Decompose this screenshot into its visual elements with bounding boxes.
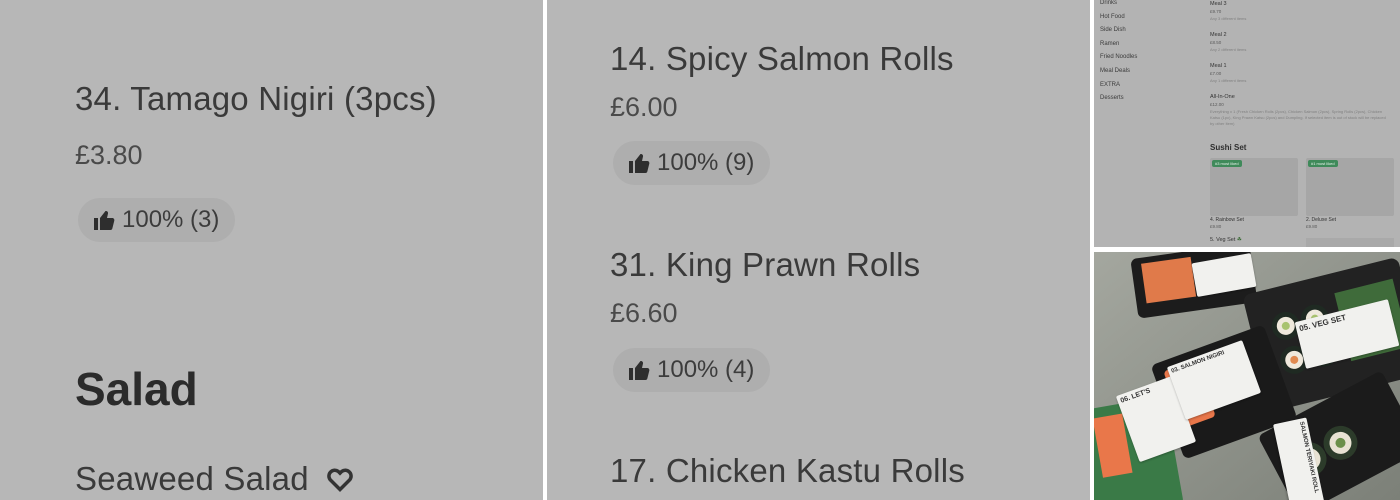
meal-price: £7.00 bbox=[1210, 71, 1222, 76]
meal-price: £12.00 bbox=[1210, 102, 1224, 107]
menu-item-price: £6.00 bbox=[610, 92, 678, 122]
product-image[interactable]: #1 most liked bbox=[1306, 158, 1394, 216]
rating-badge: 100% (4) bbox=[613, 348, 771, 392]
menu-panel-left: ~ ~ ~ ~ ~ 34. Tamago Nigiri (3pcs) £3.80… bbox=[0, 0, 543, 500]
meal-name: Meal 3 bbox=[1210, 1, 1227, 7]
thumbs-up-icon bbox=[92, 208, 116, 232]
meal-description: Any 2 different items bbox=[1210, 47, 1247, 52]
menu-item-price: £3.80 bbox=[75, 140, 143, 170]
meal-description: Everything x 1 (Fresh Chicken Rolls (2pc… bbox=[1210, 109, 1386, 126]
popularity-badge: #3 most liked bbox=[1212, 160, 1242, 167]
meal-item[interactable]: Meal 2 £8.50 Any 2 different items bbox=[1210, 32, 1390, 53]
rating-badge: 100% (9) bbox=[613, 141, 771, 185]
cropped-text-fragment: ~ ~ ~ ~ ~ bbox=[75, 0, 165, 11]
menu-item-price: £6.60 bbox=[610, 298, 678, 328]
sidebar-item-desserts[interactable]: Desserts bbox=[1100, 95, 1137, 109]
sidebar-item-drinks[interactable]: Drinks bbox=[1100, 0, 1137, 14]
card-name[interactable]: 4. Rainbow Set bbox=[1210, 217, 1244, 223]
section-title-sushi-set: Sushi Set bbox=[1210, 143, 1247, 152]
meal-name: All-In-One bbox=[1210, 94, 1235, 100]
category-sidebar: Drinks Hot Food Side Dish Ramen Fried No… bbox=[1100, 0, 1137, 109]
meal-description: Any 1 different items bbox=[1210, 78, 1247, 83]
leaf-icon: ☘ bbox=[1236, 237, 1242, 243]
card-label: 5. Veg Set bbox=[1210, 237, 1236, 243]
sidebar-item-hot-food[interactable]: Hot Food bbox=[1100, 14, 1137, 28]
popularity-badge: #1 most liked bbox=[1308, 160, 1338, 167]
meal-item[interactable]: Meal 3 £9.70 Any 3 different items bbox=[1210, 1, 1390, 22]
section-title-salad: Salad bbox=[75, 363, 198, 415]
rating-text: 100% (3) bbox=[122, 206, 220, 233]
rating-badge: 100% (3) bbox=[78, 198, 236, 242]
menu-item-label: Seaweed Salad bbox=[75, 460, 309, 497]
menu-panel-middle: 14. Spicy Salmon Rolls £6.00 100% (9) 31… bbox=[547, 0, 1090, 500]
card-name[interactable]: 5. Veg Set ☘ bbox=[1210, 237, 1242, 243]
rating-text: 100% (4) bbox=[657, 356, 755, 383]
menu-overview-screenshot: Drinks Hot Food Side Dish Ramen Fried No… bbox=[1094, 0, 1400, 247]
card-price: £9.80 bbox=[1306, 224, 1318, 229]
product-image[interactable] bbox=[1306, 238, 1394, 247]
meal-item[interactable]: All-In-One £12.00 Everything x 1 (Fresh … bbox=[1210, 94, 1390, 127]
menu-item-name[interactable]: 14. Spicy Salmon Rolls bbox=[610, 40, 954, 78]
meal-price: £8.50 bbox=[1210, 40, 1222, 45]
thumbs-up-icon bbox=[627, 151, 651, 175]
card-name[interactable]: 2. Deluxe Set bbox=[1306, 217, 1336, 223]
card-price: £9.80 bbox=[1210, 224, 1222, 229]
meal-name: Meal 2 bbox=[1210, 32, 1227, 38]
menu-item-name[interactable]: 34. Tamago Nigiri (3pcs) bbox=[75, 80, 437, 118]
meal-description: Any 3 different items bbox=[1210, 16, 1247, 21]
sushi-photo: 05. VEG SET 06. LET'S 03. SALMON NIGIRI … bbox=[1094, 252, 1400, 500]
meal-name: Meal 1 bbox=[1210, 63, 1227, 69]
menu-item-name[interactable]: 31. King Prawn Rolls bbox=[610, 246, 920, 284]
meal-price: £9.70 bbox=[1210, 9, 1222, 14]
product-image[interactable]: #3 most liked bbox=[1210, 158, 1298, 216]
menu-item-name[interactable]: 17. Chicken Kastu Rolls bbox=[610, 452, 965, 490]
sidebar-item-side-dish[interactable]: Side Dish bbox=[1100, 27, 1137, 41]
rating-text: 100% (9) bbox=[657, 149, 755, 176]
meal-item[interactable]: Meal 1 £7.00 Any 1 different items bbox=[1210, 63, 1390, 84]
sidebar-item-extra[interactable]: EXTRA bbox=[1100, 82, 1137, 96]
menu-item-name[interactable]: Seaweed Salad bbox=[75, 460, 354, 500]
thumbs-up-icon bbox=[627, 358, 651, 382]
heart-icon bbox=[326, 462, 354, 500]
sidebar-item-ramen[interactable]: Ramen bbox=[1100, 41, 1137, 55]
sidebar-item-fried-noodles[interactable]: Fried Noodles bbox=[1100, 54, 1137, 68]
sidebar-item-meal-deals[interactable]: Meal Deals bbox=[1100, 68, 1137, 82]
